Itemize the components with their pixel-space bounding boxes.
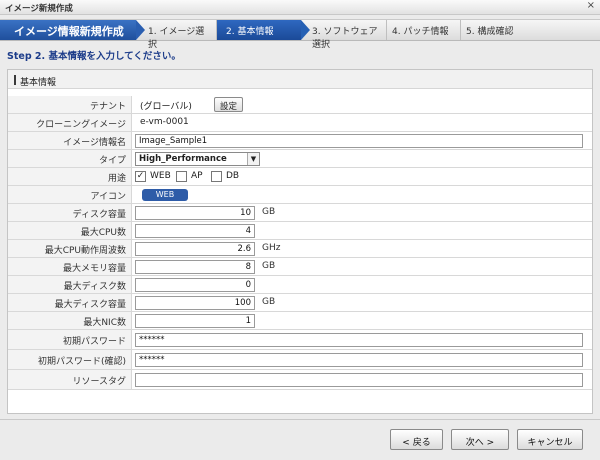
label-tenant: テナント <box>8 96 132 113</box>
init-password-input[interactable]: ****** <box>135 333 583 347</box>
row-cloning-image: クローニングイメージ e-vm-0001 <box>8 114 592 132</box>
image-name-input[interactable]: Image_Sample1 <box>135 134 583 148</box>
label-max-disks: 最大ディスク数 <box>8 276 132 293</box>
row-init-password: 初期パスワード ****** <box>8 330 592 350</box>
row-resource-tag: リソースタグ <box>8 370 592 390</box>
disk-capacity-input[interactable]: 10 <box>135 206 255 220</box>
label-icon: アイコン <box>8 186 132 203</box>
label-disk-capacity: ディスク容量 <box>8 204 132 221</box>
tenant-value: (グローバル) <box>140 102 192 112</box>
panel-header-bar <box>14 75 16 85</box>
active-step-arrow <box>301 20 310 40</box>
max-nic-input[interactable]: 1 <box>135 314 255 328</box>
row-max-disk-capacity: 最大ディスク容量 100 GB <box>8 294 592 312</box>
label-image-name: イメージ情報名 <box>8 132 132 149</box>
init-password-confirm-input[interactable]: ****** <box>135 353 583 367</box>
panel-header: 基本情報 <box>8 70 592 89</box>
cloning-image-value: e-vm-0001 <box>140 117 189 127</box>
close-icon[interactable]: × <box>587 0 595 11</box>
chevron-down-icon[interactable]: ▼ <box>247 153 259 165</box>
label-init-password: 初期パスワード <box>8 330 132 349</box>
row-max-disks: 最大ディスク数 0 <box>8 276 592 294</box>
usage-db-checkbox[interactable] <box>211 171 222 182</box>
label-init-password-confirm: 初期パスワード(確認) <box>8 350 132 369</box>
row-init-password-confirm: 初期パスワード(確認) ****** <box>8 350 592 370</box>
wizard-step-bar: イメージ情報新規作成 1. イメージ選択 2. 基本情報 3. ソフトウェア選択… <box>0 19 600 50</box>
basic-info-panel: 基本情報 テナント (グローバル) 設定 クローニングイメージ e-vm-000… <box>7 69 593 414</box>
type-select[interactable]: High_Performance ▼ <box>135 152 260 166</box>
row-max-cpu-freq: 最大CPU動作周波数 2.6 GHz <box>8 240 592 258</box>
label-max-disk-capacity: 最大ディスク容量 <box>8 294 132 311</box>
row-type: タイプ High_Performance ▼ <box>8 150 592 168</box>
max-cpu-freq-input[interactable]: 2.6 <box>135 242 255 256</box>
usage-ap-label: AP <box>191 171 203 181</box>
label-max-nic: 最大NIC数 <box>8 312 132 329</box>
usage-web-checkbox[interactable]: ✓ <box>135 171 146 182</box>
step-basic-info[interactable]: 2. 基本情報 <box>217 20 301 40</box>
label-cloning-image: クローニングイメージ <box>8 114 132 131</box>
step-config-confirm[interactable]: 5. 構成確認 <box>466 20 526 40</box>
wizard-title: イメージ情報新規作成 <box>0 20 136 40</box>
row-usage: 用途 ✓ WEB AP DB <box>8 168 592 186</box>
step-divider <box>460 20 461 40</box>
step-software-select[interactable]: 3. ソフトウェア選択 <box>312 20 384 50</box>
label-type: タイプ <box>8 150 132 167</box>
disk-capacity-unit: GB <box>262 207 276 217</box>
row-icon: アイコン WEB <box>8 186 592 204</box>
row-max-cpu: 最大CPU数 4 <box>8 222 592 240</box>
max-cpu-input[interactable]: 4 <box>135 224 255 238</box>
max-memory-input[interactable]: 8 <box>135 260 255 274</box>
footer-divider <box>0 419 600 420</box>
window-titlebar: イメージ新規作成 × <box>0 0 600 15</box>
next-button[interactable]: 次へ > <box>451 429 509 450</box>
row-tenant: テナント (グローバル) 設定 <box>8 96 592 114</box>
step-patch-info[interactable]: 4. パッチ情報 <box>392 20 454 40</box>
wizard-title-arrow <box>136 20 145 40</box>
tenant-settings-button[interactable]: 設定 <box>214 97 243 112</box>
cancel-button[interactable]: キャンセル <box>517 429 583 450</box>
label-resource-tag: リソースタグ <box>8 370 132 389</box>
label-max-cpu: 最大CPU数 <box>8 222 132 239</box>
web-icon: WEB <box>142 189 188 201</box>
resource-tag-input[interactable] <box>135 373 583 387</box>
usage-web-label: WEB <box>150 171 171 181</box>
max-cpu-freq-unit: GHz <box>262 243 281 253</box>
row-disk-capacity: ディスク容量 10 GB <box>8 204 592 222</box>
window-title: イメージ新規作成 <box>5 4 73 14</box>
row-max-nic: 最大NIC数 1 <box>8 312 592 330</box>
panel-title: 基本情報 <box>20 78 57 88</box>
label-max-memory: 最大メモリ容量 <box>8 258 132 275</box>
step-heading: Step 2. 基本情報を入力してください。 <box>7 51 181 62</box>
usage-ap-checkbox[interactable] <box>176 171 187 182</box>
max-memory-unit: GB <box>262 261 276 271</box>
type-select-value: High_Performance <box>139 154 227 164</box>
label-max-cpu-freq: 最大CPU動作周波数 <box>8 240 132 257</box>
label-usage: 用途 <box>8 168 132 185</box>
row-image-name: イメージ情報名 Image_Sample1 <box>8 132 592 150</box>
step-divider <box>386 20 387 40</box>
row-max-memory: 最大メモリ容量 8 GB <box>8 258 592 276</box>
back-button[interactable]: < 戻る <box>390 429 443 450</box>
max-disk-capacity-input[interactable]: 100 <box>135 296 255 310</box>
usage-db-label: DB <box>226 171 240 181</box>
step-image-select[interactable]: 1. イメージ選択 <box>148 20 212 50</box>
max-disk-capacity-unit: GB <box>262 297 276 307</box>
max-disks-input[interactable]: 0 <box>135 278 255 292</box>
